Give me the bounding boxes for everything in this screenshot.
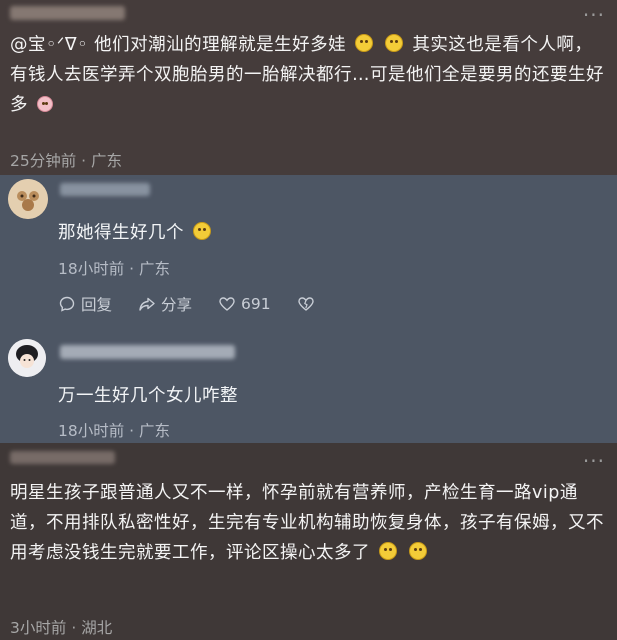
heart-icon: [218, 295, 236, 313]
location: 湖北: [81, 619, 113, 637]
reply-meta: 18小时前 · 广东: [58, 419, 170, 441]
smile-emoji-icon: [355, 34, 374, 52]
username-blurred[interactable]: [10, 6, 125, 20]
reply-button[interactable]: 回复: [58, 293, 112, 315]
share-button[interactable]: 分享: [138, 293, 192, 315]
pig-emoji-icon: [37, 96, 54, 112]
smile-emoji-icon: [193, 222, 212, 240]
reply-text: 那她得生好几个: [58, 218, 597, 248]
timestamp: 25分钟前: [10, 152, 77, 170]
reply-text: 万一生好几个女儿咋整: [58, 381, 597, 411]
like-count: 691: [241, 295, 271, 313]
like-button[interactable]: 691: [218, 295, 271, 313]
timestamp: 3小时前: [10, 619, 67, 637]
share-arrow-icon: [138, 295, 156, 313]
separator: ·: [81, 152, 87, 170]
reply-meta: 18小时前 · 广东: [58, 257, 170, 279]
reply-label: 回复: [81, 296, 113, 314]
reply-actions: 回复 分享 691: [58, 293, 315, 315]
separator: ·: [71, 619, 77, 637]
more-options-icon[interactable]: ···: [583, 5, 605, 25]
smile-emoji-icon: [385, 34, 404, 52]
avatar[interactable]: [8, 339, 46, 377]
comment-text: 明星生孩子跟普通人又不一样，怀孕前就有营养师，产检生育一路vip通道，不用排队私…: [10, 478, 607, 568]
separator: ·: [129, 422, 135, 440]
location: 广东: [139, 260, 171, 278]
separator: ·: [129, 260, 135, 278]
comment-meta: 3小时前 · 湖北: [10, 616, 112, 638]
dislike-button[interactable]: [297, 295, 315, 313]
location: 广东: [139, 422, 171, 440]
reply-text-content: 那她得生好几个: [58, 223, 184, 243]
comment-text-part1: @宝◦ᐟᐁ◦ 他们对潮汕的理解就是生好多娃: [10, 35, 347, 55]
reply-text-content: 万一生好几个女儿咋整: [58, 386, 238, 406]
more-options-icon[interactable]: ···: [583, 451, 605, 471]
comment-meta: 25分钟前 · 广东: [10, 149, 122, 171]
timestamp: 18小时前: [58, 260, 125, 278]
smile-emoji-icon: [379, 542, 398, 560]
username-blurred[interactable]: [60, 183, 150, 196]
smile-emoji-icon: [409, 542, 428, 560]
username-blurred[interactable]: [60, 345, 235, 359]
comment-text-content: 明星生孩子跟普通人又不一样，怀孕前就有营养师，产检生育一路vip通道，不用排队私…: [10, 483, 604, 563]
comment-card-top: ··· @宝◦ᐟᐁ◦ 他们对潮汕的理解就是生好多娃 其实这也是看个人啊，有钱人去…: [0, 0, 617, 175]
location: 广东: [91, 152, 123, 170]
share-label: 分享: [161, 296, 193, 314]
comment-bubble-icon: [58, 295, 76, 313]
comment-card-bottom: ··· 明星生孩子跟普通人又不一样，怀孕前就有营养师，产检生育一路vip通道，不…: [0, 443, 617, 640]
broken-heart-icon: [297, 295, 315, 313]
comment-text: @宝◦ᐟᐁ◦ 他们对潮汕的理解就是生好多娃 其实这也是看个人啊，有钱人去医学弄个…: [10, 30, 607, 120]
username-blurred[interactable]: [10, 451, 115, 464]
timestamp: 18小时前: [58, 422, 125, 440]
reply-section: 那她得生好几个 18小时前 · 广东 回复 分享 691 万一生好几个女儿咋整 …: [0, 175, 617, 443]
avatar[interactable]: [8, 179, 48, 219]
